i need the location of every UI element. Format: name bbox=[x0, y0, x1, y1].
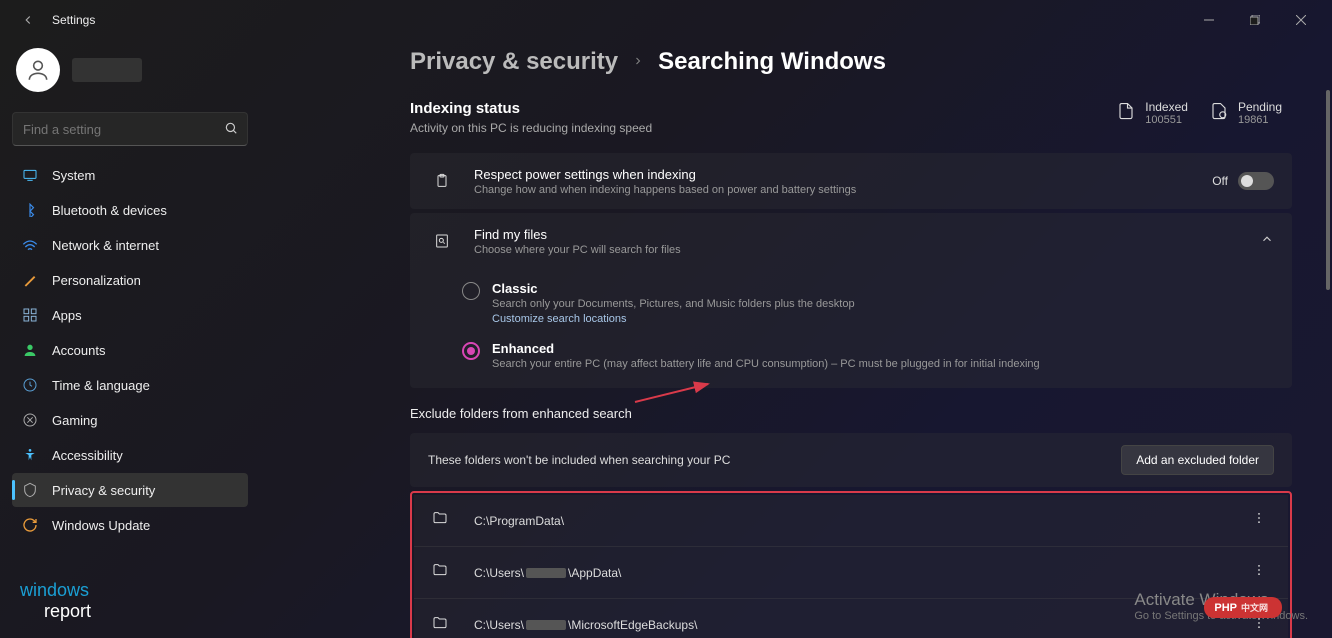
findfiles-sub: Choose where your PC will search for fil… bbox=[474, 244, 1260, 256]
close-button[interactable] bbox=[1278, 4, 1324, 36]
findfiles-title: Find my files bbox=[474, 227, 1260, 242]
minimize-button[interactable] bbox=[1186, 4, 1232, 36]
sidebar-item-accounts[interactable]: Accounts bbox=[12, 333, 248, 367]
system-icon bbox=[22, 167, 38, 183]
excluded-folder-row[interactable]: C:\ProgramData\ bbox=[414, 495, 1288, 547]
classic-sub: Search only your Documents, Pictures, an… bbox=[492, 298, 1274, 310]
power-title: Respect power settings when indexing bbox=[474, 167, 1212, 182]
stat-pending-value: 19861 bbox=[1238, 114, 1282, 126]
back-button[interactable] bbox=[16, 8, 40, 32]
sidebar-item-label: Personalization bbox=[52, 273, 141, 288]
sidebar-item-windows-update[interactable]: Windows Update bbox=[12, 508, 248, 542]
radio-classic[interactable]: Classic Search only your Documents, Pict… bbox=[462, 273, 1292, 333]
breadcrumb: Privacy & security Searching Windows bbox=[410, 48, 1292, 76]
sidebar-item-network-internet[interactable]: Network & internet bbox=[12, 228, 248, 262]
update-icon bbox=[22, 517, 38, 533]
gaming-icon bbox=[22, 412, 38, 428]
stat-indexed-label: Indexed bbox=[1145, 100, 1188, 114]
power-settings-row[interactable]: Respect power settings when indexing Cha… bbox=[410, 153, 1292, 209]
sidebar-item-label: Accounts bbox=[52, 343, 105, 358]
main-content: Privacy & security Searching Windows Ind… bbox=[260, 40, 1332, 638]
maximize-button[interactable] bbox=[1232, 4, 1278, 36]
sidebar-item-label: Privacy & security bbox=[52, 483, 155, 498]
sidebar-item-label: Windows Update bbox=[52, 518, 150, 533]
user-name-placeholder bbox=[72, 58, 142, 82]
sidebar-item-time-language[interactable]: Time & language bbox=[12, 368, 248, 402]
windows-report-logo: windows report bbox=[20, 580, 91, 622]
classic-title: Classic bbox=[492, 281, 1274, 296]
stat-pending-label: Pending bbox=[1238, 100, 1282, 114]
sidebar-item-label: Time & language bbox=[52, 378, 150, 393]
app-title: Settings bbox=[52, 13, 95, 27]
sidebar-item-label: System bbox=[52, 168, 95, 183]
radio-icon-selected bbox=[462, 342, 480, 360]
sidebar-item-label: Network & internet bbox=[52, 238, 159, 253]
sidebar-item-label: Accessibility bbox=[52, 448, 123, 463]
pending-icon bbox=[1210, 102, 1228, 125]
folder-path: C:\Users\\AppData\ bbox=[474, 566, 1248, 580]
indexed-icon bbox=[1117, 102, 1135, 125]
php-badge: PHP中文网 bbox=[1204, 597, 1282, 618]
search-icon bbox=[224, 121, 238, 140]
customize-link[interactable]: Customize search locations bbox=[492, 313, 1274, 325]
stat-indexed-value: 100551 bbox=[1145, 114, 1188, 126]
sidebar-item-label: Gaming bbox=[52, 413, 98, 428]
sidebar-item-privacy-security[interactable]: Privacy & security bbox=[12, 473, 248, 507]
accounts-icon bbox=[22, 342, 38, 358]
folder-icon bbox=[432, 510, 460, 531]
power-toggle[interactable] bbox=[1238, 172, 1274, 190]
radio-icon bbox=[462, 282, 480, 300]
power-sub: Change how and when indexing happens bas… bbox=[474, 184, 1212, 196]
enhanced-sub: Search your entire PC (may affect batter… bbox=[492, 358, 1274, 370]
search-input[interactable] bbox=[12, 112, 248, 146]
enhanced-title: Enhanced bbox=[492, 341, 1274, 356]
clipboard-icon bbox=[428, 173, 456, 189]
sidebar-item-gaming[interactable]: Gaming bbox=[12, 403, 248, 437]
exclude-header-text: These folders won't be included when sea… bbox=[428, 453, 1121, 467]
search-box bbox=[12, 112, 248, 146]
find-my-files-row[interactable]: Find my files Choose where your PC will … bbox=[410, 213, 1292, 269]
toggle-state-label: Off bbox=[1212, 174, 1228, 188]
network-icon bbox=[22, 237, 38, 253]
more-options-button[interactable] bbox=[1248, 559, 1270, 586]
sidebar-item-bluetooth-devices[interactable]: Bluetooth & devices bbox=[12, 193, 248, 227]
chevron-right-icon bbox=[632, 54, 644, 70]
sidebar-item-personalization[interactable]: Personalization bbox=[12, 263, 248, 297]
sidebar-item-apps[interactable]: Apps bbox=[12, 298, 248, 332]
user-account-row[interactable] bbox=[12, 44, 248, 96]
exclude-section-title: Exclude folders from enhanced search bbox=[410, 406, 1292, 421]
chevron-up-icon bbox=[1260, 232, 1274, 251]
personalization-icon bbox=[22, 272, 38, 288]
folder-path: C:\ProgramData\ bbox=[474, 514, 1248, 528]
sidebar-item-accessibility[interactable]: Accessibility bbox=[12, 438, 248, 472]
vertical-scrollbar[interactable] bbox=[1326, 40, 1330, 634]
breadcrumb-parent[interactable]: Privacy & security bbox=[410, 48, 618, 76]
apps-icon bbox=[22, 307, 38, 323]
radio-enhanced[interactable]: Enhanced Search your entire PC (may affe… bbox=[462, 333, 1292, 378]
accessibility-icon bbox=[22, 447, 38, 463]
more-options-button[interactable] bbox=[1248, 507, 1270, 534]
folder-path: C:\Users\\MicrosoftEdgeBackups\ bbox=[474, 618, 1248, 632]
bluetooth-icon bbox=[22, 202, 38, 218]
indexing-status-sub: Activity on this PC is reducing indexing… bbox=[410, 121, 1117, 135]
add-excluded-folder-button[interactable]: Add an excluded folder bbox=[1121, 445, 1274, 475]
time-icon bbox=[22, 377, 38, 393]
sidebar-item-label: Bluetooth & devices bbox=[52, 203, 167, 218]
folder-icon bbox=[432, 562, 460, 583]
breadcrumb-current: Searching Windows bbox=[658, 48, 886, 76]
folder-icon bbox=[432, 615, 460, 636]
indexing-status-title: Indexing status bbox=[410, 100, 1117, 117]
sidebar-item-system[interactable]: System bbox=[12, 158, 248, 192]
search-page-icon bbox=[428, 233, 456, 249]
sidebar: System Bluetooth & devices Network & inter… bbox=[0, 40, 260, 638]
exclude-header-row: These folders won't be included when sea… bbox=[410, 433, 1292, 487]
avatar bbox=[16, 48, 60, 92]
privacy-icon bbox=[22, 482, 38, 498]
sidebar-item-label: Apps bbox=[52, 308, 82, 323]
